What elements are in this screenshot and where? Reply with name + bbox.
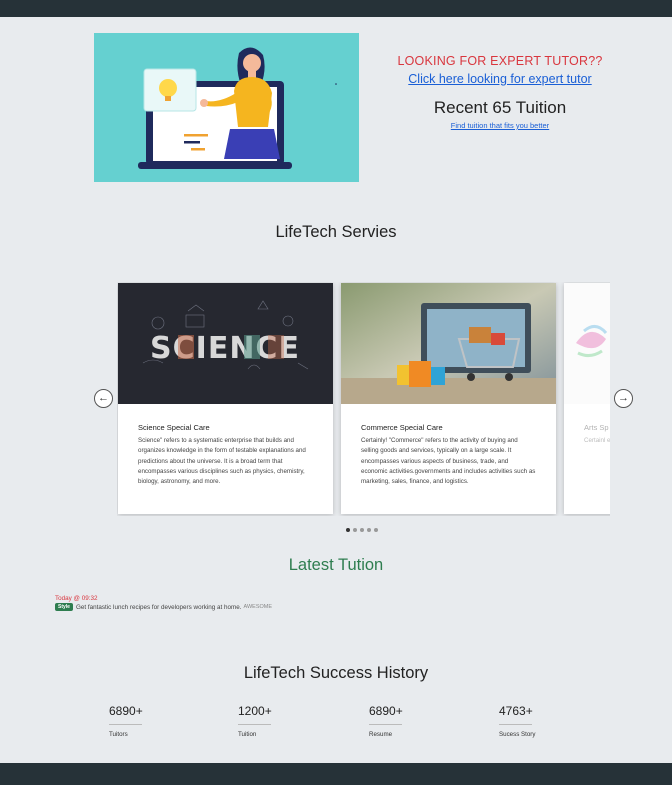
hero-illustration xyxy=(94,33,359,182)
stat-label: Tuition xyxy=(238,731,257,738)
footer-bar xyxy=(0,763,672,785)
success-history-title: LifeTech Success History xyxy=(243,664,429,682)
stat-divider xyxy=(238,724,271,725)
stat-divider xyxy=(499,724,532,725)
stat-tuitors: 6890+ Tuitors xyxy=(109,704,169,738)
carousel-next-button[interactable]: → xyxy=(614,389,633,408)
stat-value: 6890+ xyxy=(109,704,143,718)
carousel-dot[interactable] xyxy=(367,528,371,532)
stat-tuition: 1200+ Tuition xyxy=(238,704,298,738)
commerce-card-image xyxy=(341,283,556,404)
services-title: LifeTech Servies xyxy=(275,223,397,241)
carousel-dot[interactable] xyxy=(374,528,378,532)
stat-value: 4763+ xyxy=(499,704,533,718)
stat-label: Sucess Story xyxy=(499,731,536,738)
carousel-prev-button[interactable]: ← xyxy=(94,389,113,408)
tuition-badge: Style xyxy=(55,603,73,611)
expert-tutor-link[interactable]: Click here looking for expert tutor xyxy=(370,72,630,86)
stat-divider xyxy=(109,724,142,725)
stat-divider xyxy=(369,724,402,725)
card-description: Certainly! "Commerce" refers to the acti… xyxy=(361,437,536,486)
science-card-image: SCIENCE xyxy=(118,283,333,404)
arts-card-image xyxy=(564,283,610,404)
cta-title: LOOKING FOR EXPERT TUTOR?? xyxy=(397,54,603,68)
card-title: Science Special Care xyxy=(138,423,210,432)
arrow-left-icon: ← xyxy=(98,392,109,404)
carousel-dots xyxy=(346,528,378,532)
stat-value: 1200+ xyxy=(238,704,272,718)
recent-tuition-heading: Recent 65 Tuition xyxy=(433,98,567,117)
service-card-commerce[interactable]: Commerce Special Care Certainly! "Commer… xyxy=(341,283,556,514)
stat-success-story: 4763+ Sucess Story xyxy=(499,704,559,738)
card-title: Commerce Special Care xyxy=(361,423,443,432)
carousel-dot[interactable] xyxy=(360,528,364,532)
stat-value: 6890+ xyxy=(369,704,403,718)
top-bar xyxy=(0,0,672,17)
card-description: Science" refers to a systematic enterpri… xyxy=(138,437,306,486)
carousel-dot[interactable] xyxy=(346,528,350,532)
tutor-cta-panel: LOOKING FOR EXPERT TUTOR?? Click here lo… xyxy=(370,54,630,130)
service-card-science[interactable]: SCIENCE Science Special Care Science" re… xyxy=(118,283,333,514)
arrow-right-icon: → xyxy=(618,392,629,404)
stat-resume: 6890+ Resume xyxy=(369,704,429,738)
card-description: Certainl encompa products subcateg that … xyxy=(584,437,610,444)
tuition-item[interactable]: Style Get fantastic lunch recipes for de… xyxy=(55,603,272,611)
card-title: Arts Sp xyxy=(584,423,609,432)
find-tuition-link[interactable]: Find tuition that fits you better xyxy=(370,121,630,130)
tuition-text: Get fantastic lunch recipes for develope… xyxy=(75,603,242,611)
services-carousel: SCIENCE Science Special Care Science" re… xyxy=(117,282,610,516)
carousel-dot[interactable] xyxy=(353,528,357,532)
latest-tuition-title: Latest Tution xyxy=(288,556,384,574)
tuition-tag: AWESOME xyxy=(243,604,273,610)
stat-label: Tuitors xyxy=(109,731,128,738)
tuition-timestamp: Today @ 09:32 xyxy=(55,595,98,602)
stat-label: Resume xyxy=(369,731,393,738)
service-card-arts[interactable]: Arts Sp Certainl encompa products subcat… xyxy=(564,283,610,514)
